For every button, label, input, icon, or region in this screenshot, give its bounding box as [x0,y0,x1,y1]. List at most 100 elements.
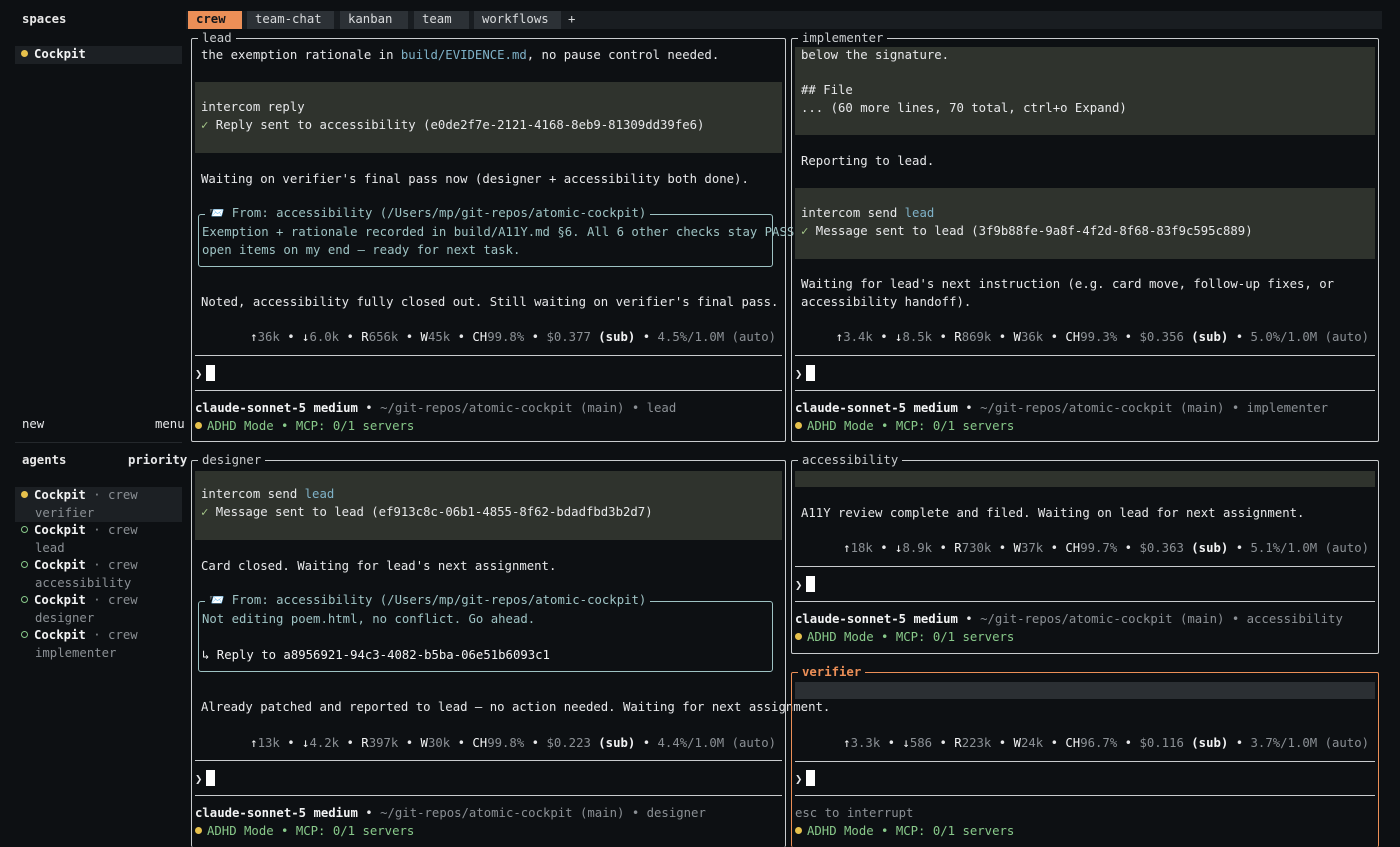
pane-title: implementer [798,30,888,47]
agent-item-lead[interactable]: Cockpit · crew lead [15,522,182,557]
tool-output-block: intercom send lead ✓ Message sent to lea… [795,188,1375,259]
block-line: ... (60 more lines, 70 total, ctrl+o Exp… [801,101,1127,115]
message-line: Waiting for lead's next instruction (e.g… [801,277,1335,291]
agents-heading: agents [22,453,67,467]
pane-title: lead [198,30,236,47]
agent-item-verifier[interactable]: Cockpit · crew verifier [15,487,182,522]
agent-item-designer[interactable]: Cockpit · crew designer [15,592,182,627]
prompt-input[interactable]: ❯ [795,576,816,595]
tool-output-block [795,682,1375,699]
agent-space: Cockpit [34,628,86,642]
mode-dot-icon [795,422,802,429]
message-line: Noted, accessibility fully closed out. S… [201,295,779,309]
env-status-line: ADHD Mode • MCP: 0/1 servers [195,823,414,841]
mode-dot-icon [795,827,802,834]
message-line: Card closed. Waiting for lead's next ass… [201,559,557,573]
agent-group: · crew [85,628,138,642]
add-tab-button[interactable]: + [568,11,582,29]
space-item-cockpit[interactable]: Cockpit [15,46,182,64]
menu-button[interactable]: menu [155,416,185,434]
new-button[interactable]: new [22,416,44,434]
agent-space: Cockpit [34,523,86,537]
input-divider [795,355,1375,356]
usage-stats: ↑3.4k • ↓8.5k • R869k • W36k • CH99.3% •… [835,330,1369,344]
tool-result: ✓ Message sent to lead (ef913c8c-06b1-48… [201,505,653,519]
prompt-input[interactable]: ❯ [195,365,216,384]
message-line: A11Y review complete and filed. Waiting … [801,506,1305,520]
agent-active-dot-icon [21,491,28,498]
mode-dot-icon [195,422,202,429]
message-line: Waiting on verifier's final pass now (de… [201,172,749,186]
message-body-line: open items on my end — ready for next ta… [202,243,521,257]
agent-role: lead [35,540,65,555]
tab-workflows[interactable]: workflows [474,11,561,29]
message-body-line: Not editing poem.html, no conflict. Go a… [202,612,536,626]
input-divider [795,761,1375,762]
priority-sort-button[interactable]: priority [128,452,187,470]
input-divider [795,795,1375,796]
message-line: accessibility handoff). [801,295,972,309]
prompt-input[interactable]: ❯ [195,770,216,789]
message-line: Reporting to lead. [801,154,935,168]
agent-role: accessibility [35,575,132,590]
agent-item-implementer[interactable]: Cockpit · crew implementer [15,627,182,662]
incoming-message-box: 📨 From: accessibility (/Users/mp/git-rep… [198,592,773,672]
env-status-line: ADHD Mode • MCP: 0/1 servers [795,629,1014,647]
block-line: ## File [801,83,853,97]
pane-implementer[interactable]: implementer below the signature. ## File… [791,30,1379,442]
agent-role: designer [35,610,95,625]
tool-title: intercom send lead [201,487,335,501]
active-space-dot-icon [21,50,28,57]
message-body-line: Exemption + rationale recorded in build/… [202,225,824,239]
env-status-line: ADHD Mode • MCP: 0/1 servers [795,823,1014,841]
file-link[interactable]: build/EVIDENCE.md [401,48,527,62]
model-status-line: claude-sonnet-5 medium • ~/git-repos/ato… [195,401,677,415]
env-status-line: ADHD Mode • MCP: 0/1 servers [195,418,414,436]
usage-stats: ↑13k • ↓4.2k • R397k • W30k • CH99.8% • … [250,736,776,750]
tool-title: intercom reply [201,100,305,114]
block-line: below the signature. [801,48,950,62]
usage-stats: ↑18k • ↓8.9k • R730k • W37k • CH99.7% • … [843,541,1369,555]
tool-output-block: intercom reply ✓ Reply sent to accessibi… [195,82,782,153]
model-status-line: claude-sonnet-5 medium • ~/git-repos/ato… [195,806,706,820]
tab-bar: crew team-chat kanban team workflows + [186,11,1382,29]
agent-group: · crew [85,558,138,572]
mode-dot-icon [795,633,802,640]
tab-team-chat[interactable]: team-chat [247,11,334,29]
sidebar: spaces Cockpit new menu agents priority … [0,0,187,847]
text-cursor [806,365,816,381]
tab-kanban[interactable]: kanban [340,11,408,29]
prompt-input[interactable]: ❯ [795,365,816,384]
pane-lead[interactable]: lead the exemption rationale in build/EV… [191,30,824,442]
prompt-chevron-icon: ❯ [795,772,803,786]
text-cursor [206,770,216,786]
tab-team[interactable]: team [414,11,469,29]
tool-result: ✓ Reply sent to accessibility (e0de2f7e-… [201,118,705,132]
agent-idle-dot-icon [21,526,28,533]
prompt-input[interactable]: ❯ [795,770,816,789]
input-divider [795,390,1375,391]
text-cursor [806,770,816,786]
incoming-message-box: 📨 From: accessibility (/Users/mp/git-rep… [198,205,824,267]
agent-space: Cockpit [34,558,86,572]
agent-idle-dot-icon [21,596,28,603]
message-line: the exemption rationale in build/EVIDENC… [201,48,720,62]
agent-item-accessibility[interactable]: Cockpit · crew accessibility [15,557,182,592]
pane-verifier[interactable]: verifier ↑3.3k • ↓586 • R223k • W24k • C… [791,664,1379,847]
interrupt-hint: esc to interrupt [795,806,914,820]
space-name: Cockpit [34,47,86,61]
agent-role: implementer [35,645,117,660]
text-cursor [806,576,816,592]
agent-group: · crew [85,523,138,537]
tab-crew[interactable]: crew [188,11,242,29]
env-status-line: ADHD Mode • MCP: 0/1 servers [795,418,1014,436]
pane-title: accessibility [798,452,903,469]
pane-designer[interactable]: designer intercom send lead ✓ Message se… [191,452,830,847]
model-status-line: claude-sonnet-5 medium • ~/git-repos/ato… [795,612,1343,626]
model-status-line: claude-sonnet-5 medium • ~/git-repos/ato… [795,401,1329,415]
pane-accessibility[interactable]: accessibility A11Y review complete and f… [791,452,1379,654]
pane-title: designer [198,452,266,469]
spaces-heading: spaces [22,12,67,26]
input-divider [195,390,782,391]
prompt-chevron-icon: ❯ [195,367,203,381]
